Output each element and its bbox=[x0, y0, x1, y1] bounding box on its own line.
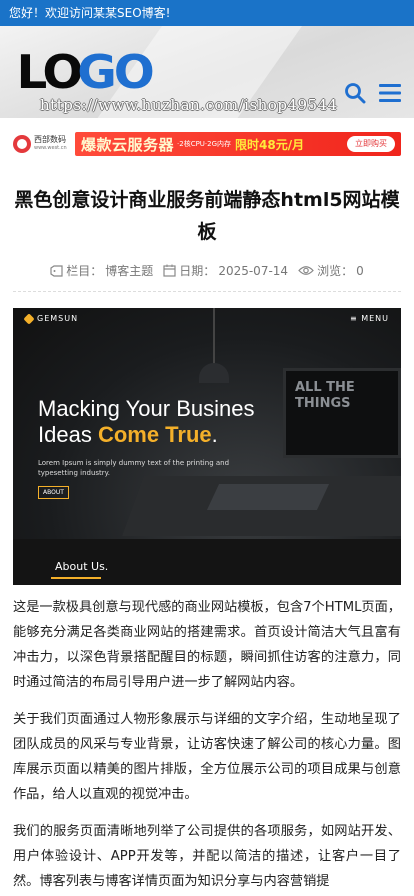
preview-headline-line1: Macking Your Busines bbox=[38, 396, 255, 421]
meta-views: 浏览： 0 bbox=[298, 262, 364, 279]
menu-icon[interactable] bbox=[378, 82, 402, 108]
preview-headline-period: . bbox=[211, 422, 218, 447]
ad-spec: ·2核CPU·2G内存 bbox=[177, 140, 232, 148]
preview-headline-highlight: Come True bbox=[97, 422, 212, 447]
brand-diamond-icon bbox=[23, 312, 35, 325]
ad-price: 限时48元/月 bbox=[235, 137, 305, 152]
meta-date: 日期： 2025-07-14 bbox=[163, 262, 288, 279]
preview-about-heading: About Us. bbox=[50, 560, 109, 579]
preview-about-button: ABOUT bbox=[38, 486, 69, 499]
monitor-text: ALL THE THINGS bbox=[295, 380, 355, 411]
views-label: 浏览： bbox=[317, 264, 354, 278]
eye-icon bbox=[298, 266, 314, 275]
brand-logo-icon bbox=[13, 135, 31, 153]
tag-icon bbox=[50, 264, 63, 277]
ad-banner[interactable]: 西部数码 www.west.cn 爆款云服务器 ·2核CPU·2G内存 限时48元… bbox=[13, 132, 401, 156]
preview-menu: ≡ MENU bbox=[349, 314, 389, 323]
date-value: 2025-07-14 bbox=[218, 263, 289, 278]
preview-headline: Macking Your Busines Ideas Come True. bbox=[38, 396, 254, 448]
preview-brand: GEMSUN bbox=[23, 312, 79, 325]
site-logo[interactable]: LO GO bbox=[16, 45, 155, 99]
logo-text-left: LO bbox=[16, 45, 83, 99]
category-link[interactable]: 博客主题 bbox=[105, 262, 153, 279]
watermark: https://www.huzhan.com/ishop49544 bbox=[40, 96, 338, 114]
logo-text-right: GO bbox=[77, 45, 155, 99]
views-count: 0 bbox=[356, 263, 364, 278]
article-paragraph: 关于我们页面通过人物形象展示与详细的文字介绍，生动地呈现了团队成员的风采与专业背… bbox=[13, 712, 401, 802]
article-meta: 栏目： 博客主题 日期： 2025-07-14 浏览： 0 bbox=[0, 262, 414, 279]
category-label: 栏目： bbox=[66, 264, 103, 278]
welcome-text: 您好！欢迎访问某某SEO博客! bbox=[9, 6, 171, 20]
calendar-icon bbox=[163, 264, 176, 277]
ad-brand-name: 西部数码 bbox=[34, 135, 66, 144]
ad-headline: 爆款云服务器 bbox=[81, 135, 175, 154]
preview-headline-line2a: Ideas bbox=[38, 422, 98, 447]
welcome-bar: 您好！欢迎访问某某SEO博客! bbox=[0, 0, 414, 26]
meta-category: 栏目： 博客主题 bbox=[50, 262, 153, 279]
article-title: 黑色创意设计商业服务前端静态html5网站模板 bbox=[14, 189, 400, 243]
divider bbox=[13, 291, 401, 292]
article-body: 这是一款极具创意与现代感的商业网站模板，包含7个HTML页面，能够充分满足各类商… bbox=[13, 595, 401, 894]
preview-brand-text: GEMSUN bbox=[37, 314, 79, 323]
preview-subtext: Lorem Ipsum is simply dummy text of the … bbox=[38, 459, 230, 477]
ad-brand-url: www.west.cn bbox=[34, 145, 67, 151]
buy-now-button[interactable]: 立即购买 bbox=[347, 136, 395, 152]
article-paragraph: 这是一款极具创意与现代感的商业网站模板，包含7个HTML页面，能够充分满足各类商… bbox=[13, 600, 401, 690]
site-header: LO GO https://www.huzhan.com/ishop49544 bbox=[0, 26, 414, 118]
search-icon[interactable] bbox=[344, 82, 366, 108]
ad-brand: 西部数码 www.west.cn bbox=[13, 132, 75, 156]
date-label: 日期： bbox=[179, 264, 216, 278]
ad-promo[interactable]: 爆款云服务器 ·2核CPU·2G内存 限时48元/月 立即购买 bbox=[75, 132, 401, 156]
article-paragraph: 我们的服务页面清晰地列举了公司提供的各项服务，如网站开发、用户体验设计、APP开… bbox=[13, 824, 401, 889]
template-preview-image: ALL THE THINGS GEMSUN ≡ MENU Macking You… bbox=[13, 308, 401, 585]
